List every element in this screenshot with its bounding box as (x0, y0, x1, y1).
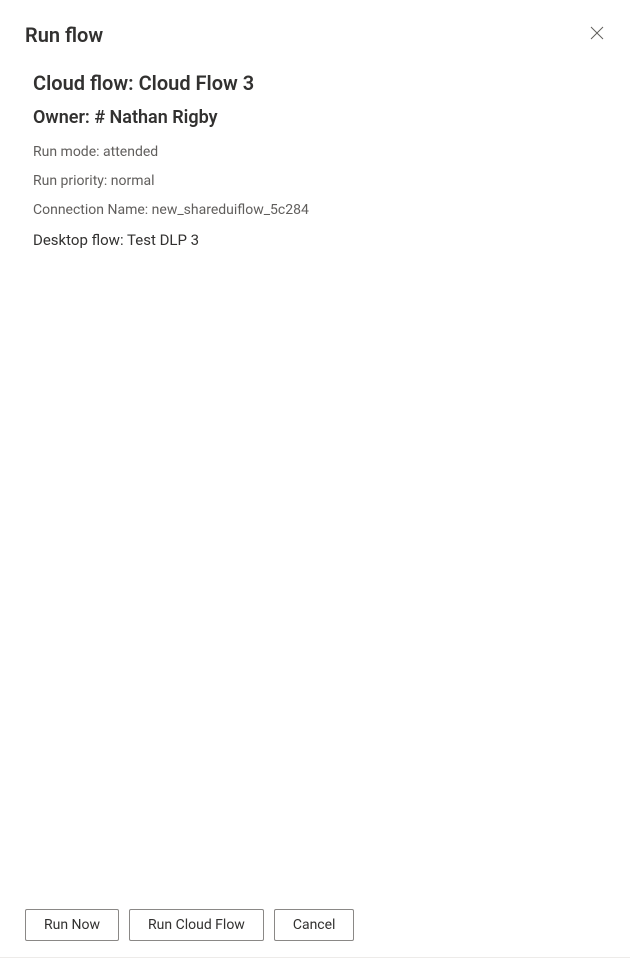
cloud-flow-label: Cloud flow: (33, 71, 134, 95)
panel-title: Run flow (25, 23, 103, 47)
owner-heading: Owner: # Nathan Rigby (33, 107, 597, 128)
close-button[interactable] (584, 20, 610, 49)
run-now-button[interactable]: Run Now (25, 909, 119, 941)
run-priority-value: normal (111, 173, 155, 189)
desktop-flow-label: Desktop flow: (33, 231, 124, 249)
cloud-flow-heading: Cloud flow: Cloud Flow 3 (33, 71, 597, 95)
cloud-flow-value: Cloud Flow 3 (139, 71, 255, 95)
run-mode-row: Run mode: attended (33, 143, 597, 161)
run-mode-label: Run mode: (33, 144, 100, 160)
connection-name-row: Connection Name: new_shareduiflow_5c284 (33, 201, 597, 219)
run-priority-row: Run priority: normal (33, 172, 597, 190)
close-icon (590, 26, 604, 43)
cancel-button[interactable]: Cancel (274, 909, 355, 941)
connection-name-value: new_shareduiflow_5c284 (152, 202, 309, 218)
run-priority-label: Run priority: (33, 173, 107, 189)
desktop-flow-value: Test DLP 3 (127, 231, 199, 249)
connection-name-label: Connection Name: (33, 202, 148, 218)
run-mode-value: attended (103, 144, 158, 160)
owner-label: Owner: (33, 107, 90, 128)
panel-footer: Run Now Run Cloud Flow Cancel (0, 895, 630, 958)
panel-header: Run flow (0, 0, 630, 59)
owner-value: # Nathan Rigby (94, 107, 217, 128)
panel-content: Cloud flow: Cloud Flow 3 Owner: # Nathan… (0, 59, 630, 250)
desktop-flow-row: Desktop flow: Test DLP 3 (33, 231, 597, 251)
run-cloud-flow-button[interactable]: Run Cloud Flow (129, 909, 264, 941)
